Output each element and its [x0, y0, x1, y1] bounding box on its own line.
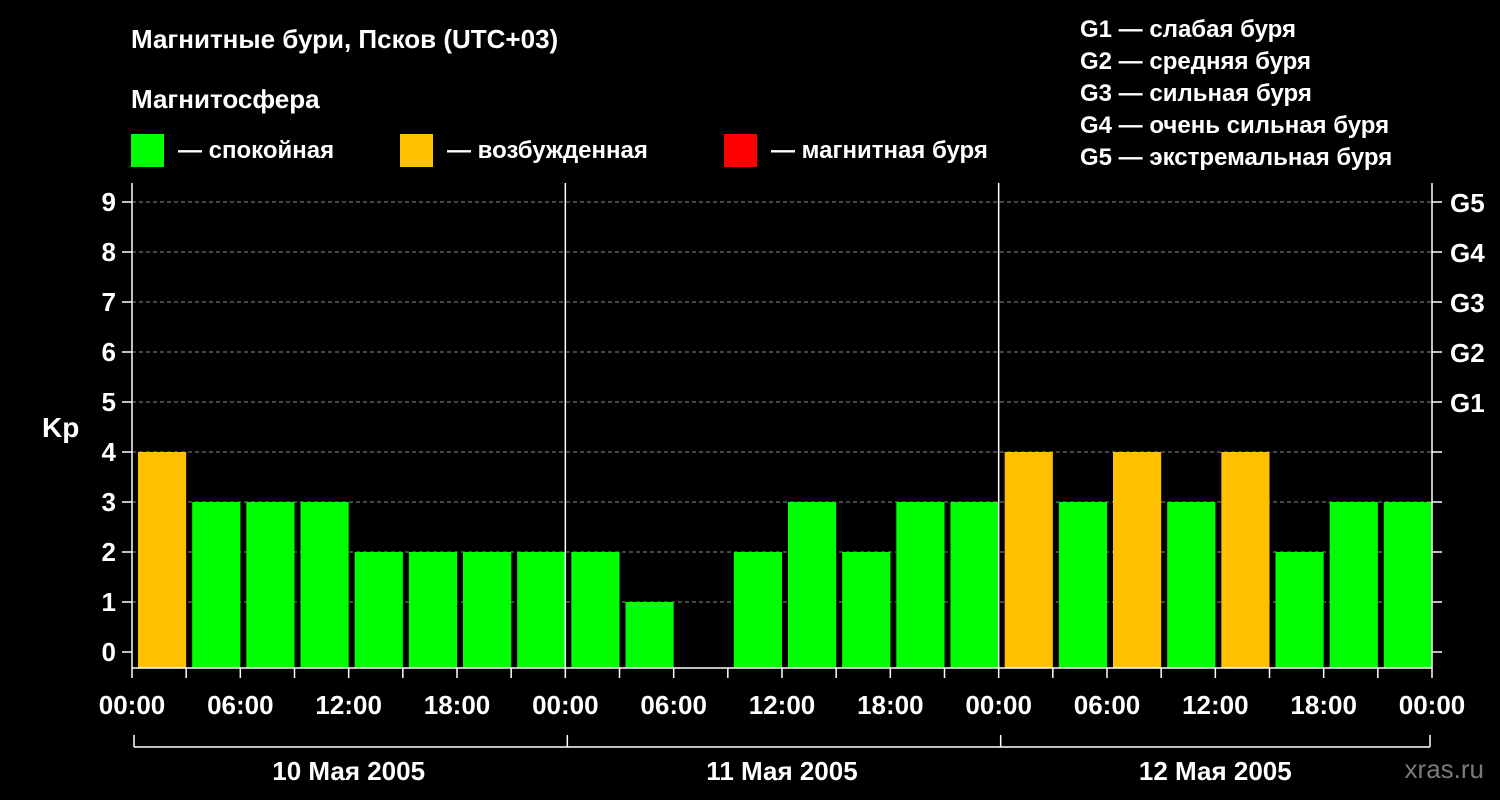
kp-bar [788, 502, 837, 668]
y-tick-label: 6 [102, 337, 116, 367]
y-tick-label: 0 [102, 637, 116, 667]
g-scale-tick-label: G5 [1450, 188, 1485, 218]
kp-bar [517, 552, 566, 668]
x-tick-label: 00:00 [532, 690, 599, 720]
x-tick-label: 12:00 [749, 690, 816, 720]
y-tick-label: 7 [102, 287, 116, 317]
y-tick-label: 8 [102, 237, 116, 267]
kp-bar [463, 552, 512, 668]
kp-bar [192, 502, 241, 668]
watermark: xras.ru [1404, 754, 1484, 784]
x-tick-label: 00:00 [1399, 690, 1466, 720]
kp-bar [138, 452, 187, 668]
y-tick-label: 9 [102, 187, 116, 217]
kp-bar [1221, 452, 1270, 668]
g-scale-tick-label: G1 [1450, 388, 1485, 418]
kp-bar [1275, 552, 1324, 668]
y-tick-label: 3 [102, 487, 116, 517]
kp-bar [625, 602, 674, 668]
kp-bar [571, 552, 620, 668]
x-tick-label: 06:00 [1074, 690, 1141, 720]
kp-bar [842, 552, 891, 668]
kp-bar-chart: 0 1 2 3 4 5 6 7 8 9 G1 G2 G3 G4 G5 00:00 06:00 12:00 18:00… [99, 183, 1485, 786]
kp-bar [1058, 502, 1107, 668]
y-tick-label: 2 [102, 537, 116, 567]
kp-bar [896, 502, 945, 668]
x-tick-label: 06:00 [207, 690, 274, 720]
g-scale-tick-label: G4 [1450, 238, 1485, 268]
kp-bar [246, 502, 295, 668]
g-scale-tick-label: G3 [1450, 288, 1485, 318]
kp-bar [1167, 502, 1216, 668]
kp-bar [408, 552, 457, 668]
x-tick-label: 00:00 [99, 690, 166, 720]
x-tick-label: 12:00 [1182, 690, 1249, 720]
y-tick-label: 5 [102, 387, 116, 417]
kp-bar [1004, 452, 1053, 668]
kp-bar [1113, 452, 1162, 668]
y-tick-label: 1 [102, 587, 116, 617]
g-scale-tick-label: G2 [1450, 338, 1485, 368]
x-tick-label: 18:00 [857, 690, 924, 720]
kp-bar [354, 552, 403, 668]
day-label: 12 Мая 2005 [1139, 756, 1292, 786]
kp-bar [733, 552, 782, 668]
kp-bar [300, 502, 349, 668]
day-label: 11 Мая 2005 [706, 756, 857, 786]
x-tick-label: 12:00 [315, 690, 382, 720]
x-tick-label: 18:00 [424, 690, 491, 720]
kp-bar [950, 502, 999, 668]
x-tick-label: 06:00 [640, 690, 707, 720]
day-label: 10 Мая 2005 [272, 756, 425, 786]
y-tick-label: 4 [102, 437, 117, 467]
kp-bar [1329, 502, 1378, 668]
kp-bar [1383, 502, 1432, 668]
x-tick-label: 00:00 [965, 690, 1032, 720]
x-tick-label: 18:00 [1290, 690, 1357, 720]
